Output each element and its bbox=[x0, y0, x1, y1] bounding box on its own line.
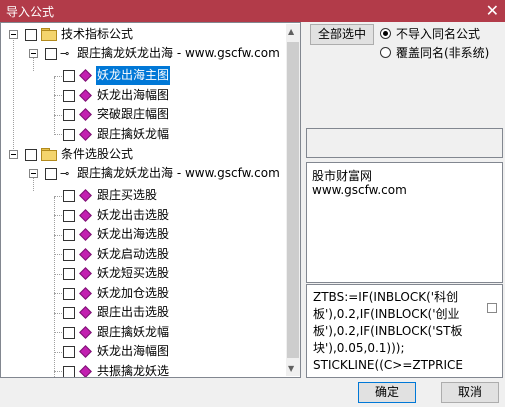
formula-icon bbox=[79, 248, 92, 261]
item-checkbox[interactable] bbox=[63, 129, 75, 141]
tree-item[interactable]: 跟庄擒妖龙幅 bbox=[1, 125, 285, 144]
tree-group-label: 条件选股公式 bbox=[61, 147, 134, 161]
formula-code: ZTBS:=IF(INBLOCK('科创板'),0.2,IF(INBLOCK('… bbox=[313, 290, 463, 372]
tree-item-label: 妖龙加仓选股 bbox=[97, 286, 170, 300]
formula-icon bbox=[79, 267, 92, 280]
select-all-button[interactable]: 全部选中 bbox=[310, 24, 374, 45]
info-panel: 股市财富网 www.gscfw.com bbox=[306, 162, 503, 283]
tree-scrollbar[interactable]: ▲ ▼ bbox=[286, 24, 300, 376]
subgroup-checkbox[interactable] bbox=[45, 168, 57, 180]
formula-tree[interactable]: 技术指标公式 ⊸ 跟庄擒龙妖龙出海 - www.gscfw.com 妖龙出海主图… bbox=[0, 22, 301, 378]
tree-item-label: 跟庄擒妖龙幅 bbox=[97, 325, 170, 339]
item-checkbox[interactable] bbox=[63, 366, 75, 377]
group-checkbox[interactable] bbox=[25, 149, 37, 161]
item-checkbox[interactable] bbox=[63, 288, 75, 300]
tree-item-label: 突破跟庄幅图 bbox=[97, 107, 170, 121]
folder-icon bbox=[41, 28, 57, 41]
tree-item-label-selected: 妖龙出海主图 bbox=[96, 66, 171, 85]
formula-icon bbox=[79, 89, 92, 102]
scroll-down-icon[interactable]: ▼ bbox=[288, 364, 294, 373]
tree-item[interactable]: 妖龙出海幅图 bbox=[1, 86, 285, 105]
item-checkbox[interactable] bbox=[63, 190, 75, 202]
item-checkbox[interactable] bbox=[63, 70, 75, 82]
tree-subgroup-label: 跟庄擒龙妖龙出海 - www.gscfw.com bbox=[77, 46, 280, 60]
tree-item-label: 妖龙出击选股 bbox=[97, 208, 170, 222]
formula-icon bbox=[79, 345, 92, 358]
formula-icon bbox=[79, 306, 92, 319]
preview-bar bbox=[306, 128, 503, 158]
code-option-checkbox[interactable] bbox=[487, 303, 497, 313]
tree-item-label: 妖龙短买选股 bbox=[97, 266, 170, 280]
item-checkbox[interactable] bbox=[63, 229, 75, 241]
formula-icon bbox=[79, 69, 92, 82]
item-checkbox[interactable] bbox=[63, 268, 75, 280]
tree-item-label: 跟庄擒妖龙幅 bbox=[97, 127, 170, 141]
tree-item-label: 跟庄出击选股 bbox=[97, 305, 170, 319]
tree-item-label: 妖龙出海选股 bbox=[97, 227, 170, 241]
formula-icon bbox=[79, 326, 92, 339]
tree-item[interactable]: 妖龙出击选股 bbox=[1, 206, 285, 225]
key-icon: ⊸ bbox=[60, 167, 70, 180]
tree-item[interactable]: 共振擒龙妖选 bbox=[1, 362, 285, 378]
collapse-icon[interactable] bbox=[9, 150, 18, 159]
tree-item[interactable]: 跟庄出击选股 bbox=[1, 303, 285, 322]
code-panel[interactable]: ZTBS:=IF(INBLOCK('科创板'),0.2,IF(INBLOCK('… bbox=[306, 284, 503, 378]
close-icon[interactable]: ✕ bbox=[486, 1, 499, 20]
group-checkbox[interactable] bbox=[25, 29, 37, 41]
radio-no-import[interactable] bbox=[380, 28, 391, 39]
tree-subgroup-label: 跟庄擒龙妖龙出海 - www.gscfw.com bbox=[77, 166, 280, 180]
item-checkbox[interactable] bbox=[63, 90, 75, 102]
tree-item-label: 妖龙出海幅图 bbox=[97, 88, 170, 102]
tree-item[interactable]: 妖龙短买选股 bbox=[1, 264, 285, 283]
tree-group-label: 技术指标公式 bbox=[61, 27, 134, 41]
item-checkbox[interactable] bbox=[63, 346, 75, 358]
formula-icon bbox=[79, 228, 92, 241]
item-checkbox[interactable] bbox=[63, 210, 75, 222]
radio-overwrite-label: 覆盖同名(非系统) bbox=[396, 46, 490, 60]
scroll-thumb[interactable] bbox=[287, 42, 299, 358]
radio-overwrite[interactable] bbox=[380, 47, 391, 58]
radio-no-import-label: 不导入同名公式 bbox=[396, 27, 481, 41]
info-site-url: www.gscfw.com bbox=[312, 183, 407, 197]
tree-item-label: 跟庄买选股 bbox=[97, 188, 158, 202]
tree-item-label: 共振擒龙妖选 bbox=[97, 364, 170, 378]
scroll-up-icon[interactable]: ▲ bbox=[288, 27, 294, 36]
info-site-name: 股市财富网 bbox=[312, 169, 373, 183]
tree-item[interactable]: 妖龙出海幅图 bbox=[1, 342, 285, 361]
item-checkbox[interactable] bbox=[63, 249, 75, 261]
formula-icon bbox=[79, 189, 92, 202]
tree-item[interactable]: 跟庄擒妖龙幅 bbox=[1, 323, 285, 342]
tree-item[interactable]: 跟庄买选股 bbox=[1, 186, 285, 205]
tree-item-label: 妖龙启动选股 bbox=[97, 247, 170, 261]
collapse-icon[interactable] bbox=[29, 169, 38, 178]
item-checkbox[interactable] bbox=[63, 327, 75, 339]
title-bar: 导入公式 ✕ bbox=[0, 0, 505, 22]
formula-icon bbox=[79, 108, 92, 121]
window-title: 导入公式 bbox=[6, 5, 55, 19]
tree-group-screeners[interactable]: 条件选股公式 bbox=[1, 145, 285, 164]
tree-item-label: 妖龙出海幅图 bbox=[97, 344, 170, 358]
item-checkbox[interactable] bbox=[63, 109, 75, 121]
formula-icon bbox=[79, 365, 92, 377]
formula-icon bbox=[79, 287, 92, 300]
tree-item[interactable]: 妖龙加仓选股 bbox=[1, 284, 285, 303]
tree-item[interactable]: 妖龙出海主图 bbox=[1, 66, 285, 85]
formula-icon bbox=[79, 209, 92, 222]
collapse-icon[interactable] bbox=[29, 49, 38, 58]
tree-item[interactable]: 突破跟庄幅图 bbox=[1, 105, 285, 124]
tree-item[interactable]: 妖龙启动选股 bbox=[1, 245, 285, 264]
tree-subgroup[interactable]: ⊸ 跟庄擒龙妖龙出海 - www.gscfw.com bbox=[1, 44, 285, 63]
folder-icon bbox=[41, 148, 57, 161]
key-icon: ⊸ bbox=[60, 47, 70, 60]
formula-icon bbox=[79, 128, 92, 141]
item-checkbox[interactable] bbox=[63, 307, 75, 319]
tree-group-indicators[interactable]: 技术指标公式 bbox=[1, 25, 285, 44]
subgroup-checkbox[interactable] bbox=[45, 48, 57, 60]
collapse-icon[interactable] bbox=[9, 30, 18, 39]
tree-item[interactable]: 妖龙出海选股 bbox=[1, 225, 285, 244]
cancel-button[interactable]: 取消 bbox=[441, 382, 499, 403]
tree-subgroup[interactable]: ⊸ 跟庄擒龙妖龙出海 - www.gscfw.com bbox=[1, 164, 285, 183]
ok-button[interactable]: 确定 bbox=[358, 382, 416, 403]
